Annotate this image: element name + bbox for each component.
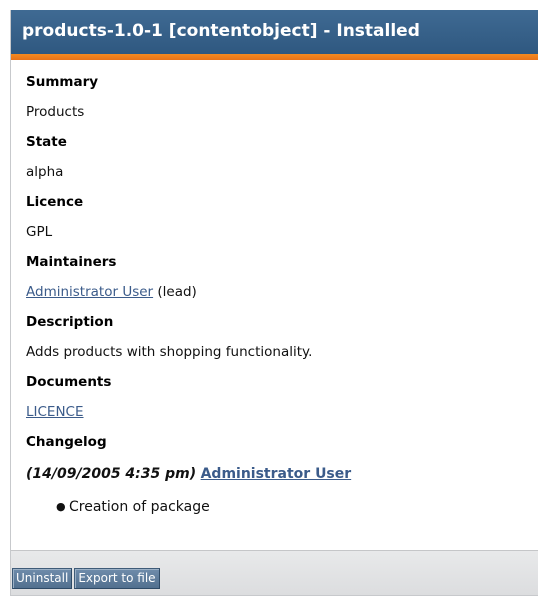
- licence-value: GPL: [26, 224, 53, 240]
- button-row: Uninstall Export to file: [12, 567, 162, 589]
- maintainer-role: (lead): [157, 284, 197, 300]
- maintainers-value: Administrator User (lead): [26, 277, 538, 307]
- button-bar: Uninstall Export to file: [11, 550, 538, 595]
- maintainers-label: Maintainers: [26, 254, 117, 270]
- documents-label: Documents: [26, 374, 112, 390]
- list-item: ● Creation of package: [56, 491, 538, 523]
- changelog-entry: (14/09/2005 4:35 pm) Administrator User: [26, 457, 538, 491]
- changelog-label: Changelog: [26, 434, 107, 450]
- export-to-file-button[interactable]: Export to file: [74, 568, 160, 589]
- licence-document-link[interactable]: LICENCE: [26, 404, 84, 420]
- package-details: Summary Products State alpha Licence GPL…: [11, 60, 538, 523]
- documents-value: LICENCE: [26, 397, 538, 427]
- changelog-list: ● Creation of package: [26, 491, 538, 523]
- changelog-date: (14/09/2005 4:35 pm): [26, 466, 197, 482]
- summary-label: Summary: [26, 74, 99, 90]
- change-text: Creation of package: [69, 499, 210, 515]
- package-panel: products-1.0-1 [contentobject] - Install…: [10, 10, 538, 596]
- state-value: alpha: [26, 164, 64, 180]
- changelog-author-link[interactable]: Administrator User: [201, 466, 352, 482]
- uninstall-button[interactable]: Uninstall: [12, 568, 73, 589]
- bullet-icon: ●: [56, 500, 66, 513]
- maintainer-link[interactable]: Administrator User: [26, 284, 153, 300]
- summary-value: Products: [26, 104, 85, 120]
- description-value: Adds products with shopping functionalit…: [26, 344, 313, 360]
- description-label: Description: [26, 314, 114, 330]
- panel-title: products-1.0-1 [contentobject] - Install…: [11, 10, 538, 54]
- state-label: State: [26, 134, 67, 150]
- licence-label: Licence: [26, 194, 84, 210]
